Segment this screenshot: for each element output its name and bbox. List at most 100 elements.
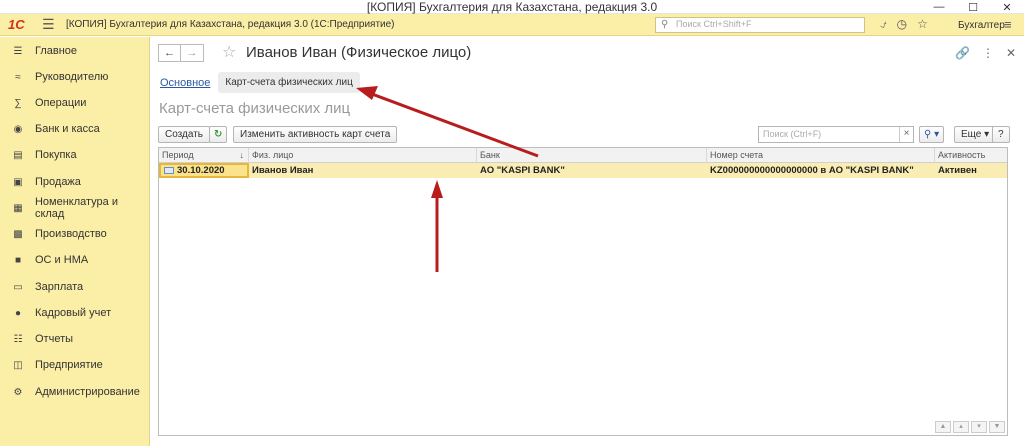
app-title: [КОПИЯ] Бухгалтерия для Казахстана, реда… — [66, 19, 395, 30]
sidebar-item-os-nma[interactable]: ■ ОС и НМА — [0, 250, 150, 270]
cell-person[interactable]: Иванов Иван — [249, 163, 477, 178]
list-toolbar: Создать ↻ Изменить активность карт счета… — [158, 126, 1016, 143]
scroll-top-icon[interactable]: ▲ — [935, 421, 951, 433]
sidebar-item-rukovoditelyu[interactable]: ≈ Руководителю — [0, 67, 150, 87]
nav-buttons: ← → — [158, 44, 204, 62]
window-title-bar: [КОПИЯ] Бухгалтерия для Казахстана, реда… — [0, 0, 1024, 14]
sidebar-item-operacii[interactable]: ∑ Операции — [0, 93, 150, 113]
factory-icon: ▩ — [13, 228, 23, 240]
sidebar-item-predpriyatie[interactable]: ◫ Предприятие — [0, 355, 150, 375]
window-controls: — ☐ ✕ — [922, 0, 1024, 14]
sidebar-item-zarplata[interactable]: ▭ Зарплата — [0, 277, 150, 297]
sidebar-item-label: ОС и НМА — [35, 254, 89, 266]
sidebar-item-label: Операции — [35, 97, 87, 109]
record-icon — [164, 166, 174, 174]
search-icon: ⚲ — [661, 19, 669, 30]
sidebar-item-label: Кадровый учет — [35, 307, 112, 319]
sidebar-item-prodazha[interactable]: ▣ Продажа — [0, 172, 150, 192]
table-scroll-buttons: ▲ ▴ ▾ ▼ — [935, 421, 1005, 433]
more-vertical-icon[interactable]: ⋮ — [982, 46, 994, 60]
sidebar-item-label: Покупка — [35, 149, 77, 161]
app-toolbar-icons: ⍻ ◷ ☆ — [880, 17, 928, 32]
clear-search-icon[interactable]: × — [899, 127, 913, 142]
cell-bank[interactable]: АО "KASPI BANK" — [477, 163, 707, 178]
column-header-label: Период — [162, 150, 194, 160]
close-icon[interactable]: ✕ — [1006, 46, 1016, 60]
sort-down-icon: ↓ — [239, 150, 245, 160]
more-button[interactable]: Еще ▾ — [954, 126, 997, 143]
cell-account[interactable]: KZ000000000000000000 в АО "KASPI BANK" — [707, 163, 935, 178]
column-header-bank[interactable]: Банк — [477, 148, 707, 163]
cell-status[interactable]: Активен — [935, 163, 1007, 178]
table-header: Период ↓ Физ. лицо Банк Номер счета Актив… — [159, 148, 1007, 175]
sidebar-item-label: Производство — [35, 228, 107, 240]
list-search-placeholder: Поиск (Ctrl+F) — [763, 129, 822, 139]
sidebar-item-label: Зарплата — [35, 281, 84, 293]
truck-icon: ■ — [14, 254, 22, 266]
wallet-icon: ▭ — [13, 281, 23, 293]
maximize-icon[interactable]: ☐ — [956, 0, 990, 14]
bag-icon: ▣ — [13, 176, 23, 188]
list-search-input[interactable]: Поиск (Ctrl+F) × — [758, 126, 914, 143]
sidebar-item-label: Номенклатура и склад — [34, 196, 118, 220]
cell-period[interactable]: 30.10.2020 — [159, 163, 249, 178]
people-icon: ● — [14, 307, 22, 319]
global-search-input[interactable]: ⚲ Поиск Ctrl+Shift+F — [655, 17, 865, 33]
sidebar-item-label: Администрирование — [35, 386, 140, 398]
sidebar-item-label: Банк и касса — [35, 123, 100, 135]
scroll-bottom-icon[interactable]: ▼ — [989, 421, 1005, 433]
column-header-period[interactable]: Период ↓ — [159, 148, 249, 163]
minimize-icon[interactable]: — — [922, 0, 956, 14]
sidebar-item-label: Руководителю — [35, 71, 109, 83]
column-header-person[interactable]: Физ. лицо — [249, 148, 477, 163]
tab-osnovnoe[interactable]: Основное — [160, 77, 210, 89]
operations-icon: ∑ — [14, 97, 22, 109]
user-name[interactable]: Бухгалтер — [958, 20, 1005, 31]
link-icon[interactable]: 🔗 — [955, 46, 970, 60]
tab-kart-scheta[interactable]: Карт-счета физических лиц — [218, 72, 360, 93]
sidebar-item-administrirovanie[interactable]: ⚙ Администрирование — [0, 382, 150, 402]
page-title: Иванов Иван (Физическое лицо) — [246, 44, 472, 61]
global-search-placeholder: Поиск Ctrl+Shift+F — [676, 19, 752, 29]
sidebar-item-kadrovyi-uchet[interactable]: ● Кадровый учет — [0, 303, 150, 323]
history-icon[interactable]: ◷ — [897, 17, 907, 32]
help-button[interactable]: ? — [992, 126, 1010, 143]
more-button-label: Еще — [961, 129, 982, 140]
form-tabs: Основное Карт-счета физических лиц — [160, 72, 360, 93]
create-button[interactable]: Создать — [158, 126, 211, 143]
sidebar-item-label: Главное — [35, 45, 78, 57]
back-arrow-icon[interactable]: ← — [158, 44, 181, 62]
favorites-icon[interactable]: ☆ — [917, 17, 928, 32]
grid-icon: ▦ — [13, 202, 23, 214]
sidebar-item-proizvodstvo[interactable]: ▩ Производство — [0, 224, 150, 244]
bell-icon[interactable]: ⍻ — [880, 17, 887, 32]
column-header-account[interactable]: Номер счета — [707, 148, 935, 163]
building-icon: ◫ — [13, 359, 23, 371]
scroll-down-icon[interactable]: ▾ — [971, 421, 987, 433]
main-menu-icon[interactable]: ☰ — [42, 16, 55, 33]
sidebar-item-bank[interactable]: ◉ Банк и касса — [0, 119, 150, 139]
scroll-up-icon[interactable]: ▴ — [953, 421, 969, 433]
favorite-star-icon[interactable]: ☆ — [222, 42, 236, 62]
refresh-icon[interactable]: ↻ — [209, 126, 228, 143]
app-bar: 1С ☰ [КОПИЯ] Бухгалтерия для Казахстана,… — [0, 14, 1024, 36]
settings-menu-icon[interactable]: ≡ — [1004, 17, 1012, 32]
column-header-status[interactable]: Активность счета — [935, 148, 1007, 175]
close-icon[interactable]: ✕ — [990, 0, 1024, 14]
sidebar-item-otchety[interactable]: ☷ Отчеты — [0, 329, 150, 349]
window-title: [КОПИЯ] Бухгалтерия для Казахстана, реда… — [366, 0, 658, 14]
forward-arrow-icon[interactable]: → — [181, 44, 204, 62]
money-icon: ◉ — [13, 123, 23, 135]
gear-icon: ⚙ — [13, 386, 23, 398]
sidebar-item-label: Продажа — [35, 176, 81, 188]
table-row[interactable]: 30.10.2020 Иванов Иван АО "KASPI BANK" K… — [159, 163, 1007, 178]
search-options-button[interactable]: ⚲ ▾ — [919, 126, 945, 143]
menu-icon: ☰ — [13, 45, 23, 57]
chart-line-icon: ≈ — [15, 71, 21, 83]
change-activity-button[interactable]: Изменить активность карт счета — [233, 126, 398, 143]
sidebar-item-nomenklatura[interactable]: ▦ Номенклатура и склад — [0, 196, 150, 220]
sidebar-item-label: Предприятие — [35, 359, 103, 371]
sidebar-item-glavnoe[interactable]: ☰ Главное — [0, 41, 150, 61]
sidebar-item-pokupka[interactable]: ▤ Покупка — [0, 145, 150, 165]
cart-icon: ▤ — [13, 149, 23, 161]
